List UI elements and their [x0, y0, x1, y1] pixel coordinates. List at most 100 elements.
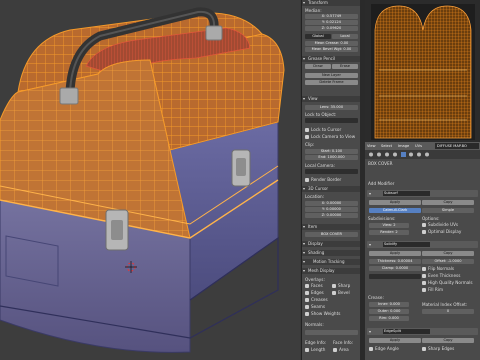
item-name-field[interactable]: BOX COVER: [305, 232, 358, 237]
faces-checkbox[interactable]: [305, 284, 309, 288]
lock-camera-checkbox[interactable]: [305, 135, 309, 139]
lunchbox-model[interactable]: [0, 0, 300, 360]
uv-editor-header: View Select Image UVs DIFFUSE MAP.BO: [365, 142, 480, 150]
cursor-z-value: 0.00000: [326, 213, 342, 217]
normals-field[interactable]: [305, 330, 358, 335]
material-offset-field[interactable]: 0: [422, 309, 474, 314]
cursor-x-field[interactable]: X: 0.00000: [305, 201, 358, 206]
length-checkbox[interactable]: [305, 348, 309, 352]
inner-field[interactable]: Inner: 0.000: [369, 302, 409, 307]
normals-label: Normals:: [305, 322, 324, 327]
faces-label: Faces: [311, 283, 323, 288]
transform-header[interactable]: Transform: [302, 0, 361, 6]
edge-angle-checkbox[interactable]: [369, 347, 373, 351]
seams-checkbox[interactable]: [305, 305, 309, 309]
local-camera-field[interactable]: [305, 169, 358, 174]
median-x-field[interactable]: X: 0.57749: [305, 14, 358, 19]
local-button[interactable]: Local: [332, 34, 358, 39]
clamp-field[interactable]: Clamp: 0.0000: [369, 266, 421, 271]
optimal-display-checkbox[interactable]: [422, 230, 426, 234]
uv-image-selector[interactable]: DIFFUSE MAP.BO: [435, 143, 479, 149]
uv-view-menu[interactable]: View: [367, 143, 376, 149]
lock-object-field[interactable]: [305, 118, 358, 123]
sharp-checkbox[interactable]: [332, 284, 336, 288]
render-levels-label: Render:: [380, 230, 395, 234]
outer-field[interactable]: Outer: 0.000: [369, 309, 409, 314]
mean-crease-field[interactable]: Mean Crease: 0.00: [305, 41, 358, 46]
uv-select-menu[interactable]: Select: [381, 143, 392, 149]
solidify-apply-button[interactable]: Apply: [369, 251, 421, 256]
area-checkbox[interactable]: [333, 348, 337, 352]
edgesplit-modifier-header[interactable]: ▾ EdgeSplit: [367, 328, 478, 335]
y-label: Y:: [322, 20, 325, 24]
cursor-y-field[interactable]: Y: 0.00000: [305, 207, 358, 212]
properties-sidebar: Transform Median: X: 0.57749 Y: 0.02124 …: [301, 0, 361, 360]
item-header[interactable]: Item: [302, 224, 361, 230]
offset-field[interactable]: Offset: -1.0000: [422, 259, 474, 264]
cursor-z-field[interactable]: Z: 0.00000: [305, 213, 358, 218]
high-quality-normals-checkbox[interactable]: [422, 281, 426, 285]
render-border-label: Render Border: [311, 177, 342, 182]
thickness-field[interactable]: Thickness: 0.00004: [369, 259, 421, 264]
uv-uvs-menu[interactable]: UVs: [415, 143, 422, 149]
even-thickness-checkbox[interactable]: [422, 274, 426, 278]
simple-button[interactable]: Simple: [422, 208, 474, 213]
solidify-copy-button[interactable]: Copy: [422, 251, 474, 256]
collapse-icon[interactable]: ▾: [369, 191, 371, 196]
end-label: End:: [318, 155, 327, 159]
properties-tab-icons[interactable]: [365, 150, 480, 159]
render-levels-field[interactable]: Render: 2: [369, 230, 409, 235]
creases-checkbox[interactable]: [305, 298, 309, 302]
add-modifier-button[interactable]: Add Modifier: [368, 181, 394, 186]
3d-cursor-header[interactable]: 3D Cursor: [302, 186, 361, 192]
motion-tracking-header[interactable]: Motion Tracking: [302, 259, 361, 265]
erase-button[interactable]: Erase: [332, 64, 358, 69]
uv-image-menu[interactable]: Image: [398, 143, 409, 149]
vertex-group-field[interactable]: [369, 274, 421, 279]
edgesplit-modifier-name[interactable]: EdgeSplit: [383, 329, 430, 334]
sharp-edges-checkbox[interactable]: [422, 347, 426, 351]
solidify-modifier-header[interactable]: ▾ Solidify: [367, 241, 478, 248]
mean-bevel-field[interactable]: Mean Bevel Wgt: 0.00: [305, 47, 358, 52]
fill-rim-checkbox[interactable]: [422, 288, 426, 292]
global-button[interactable]: Global: [305, 34, 331, 39]
clip-start-field[interactable]: Start: 0.100: [305, 149, 358, 154]
new-layer-button[interactable]: New Layer: [305, 73, 358, 78]
edgesplit-apply-button[interactable]: Apply: [369, 338, 421, 343]
subsurf-apply-button[interactable]: Apply: [369, 200, 421, 205]
mean-crease-label: Mean Crease:: [314, 41, 340, 45]
lock-cursor-checkbox[interactable]: [305, 128, 309, 132]
subdivide-uvs-checkbox[interactable]: [422, 223, 426, 227]
subsurf-modifier-header[interactable]: ▾ Subsurf: [367, 190, 478, 197]
show-weights-checkbox[interactable]: [305, 312, 309, 316]
3d-viewport[interactable]: [0, 0, 300, 360]
display-header[interactable]: Display: [302, 241, 361, 247]
render-border-checkbox[interactable]: [305, 178, 309, 182]
clip-end-field[interactable]: End: 1000.000: [305, 155, 358, 160]
edges-label: Edges: [311, 290, 324, 295]
delete-frame-button[interactable]: Delete Frame: [305, 80, 358, 85]
catmull-clark-button[interactable]: Catmull-Clark: [369, 208, 421, 213]
median-z-field[interactable]: Z: 0.09620: [305, 26, 358, 31]
uv-image-editor[interactable]: View Select Image UVs DIFFUSE MAP.BO: [365, 0, 480, 150]
solidify-modifier-name[interactable]: Solidify: [383, 242, 430, 247]
median-y-field[interactable]: Y: 0.02124: [305, 20, 358, 25]
collapse-icon[interactable]: ▾: [369, 242, 371, 247]
edges-checkbox[interactable]: [305, 291, 309, 295]
subsurf-copy-button[interactable]: Copy: [422, 200, 474, 205]
shading-header[interactable]: Shading: [302, 250, 361, 256]
z-value: 0.09620: [326, 26, 342, 30]
lock-object-label: Lock to Object:: [305, 112, 337, 117]
bevel-checkbox[interactable]: [332, 291, 336, 295]
flip-normals-checkbox[interactable]: [422, 267, 426, 271]
draw-button[interactable]: Draw: [305, 64, 331, 69]
view-levels-field[interactable]: View: 2: [369, 223, 409, 228]
lens-field[interactable]: Lens: 35.000: [305, 105, 358, 110]
edgesplit-copy-button[interactable]: Copy: [422, 338, 474, 343]
rim-field[interactable]: Rim: 0.000: [369, 316, 409, 321]
mesh-display-header[interactable]: Mesh Display: [302, 268, 361, 274]
collapse-icon[interactable]: ▾: [369, 329, 371, 334]
view-header[interactable]: View: [302, 96, 361, 102]
subsurf-modifier-name[interactable]: Subsurf: [383, 191, 430, 196]
grease-pencil-header[interactable]: Grease Pencil: [302, 56, 361, 62]
